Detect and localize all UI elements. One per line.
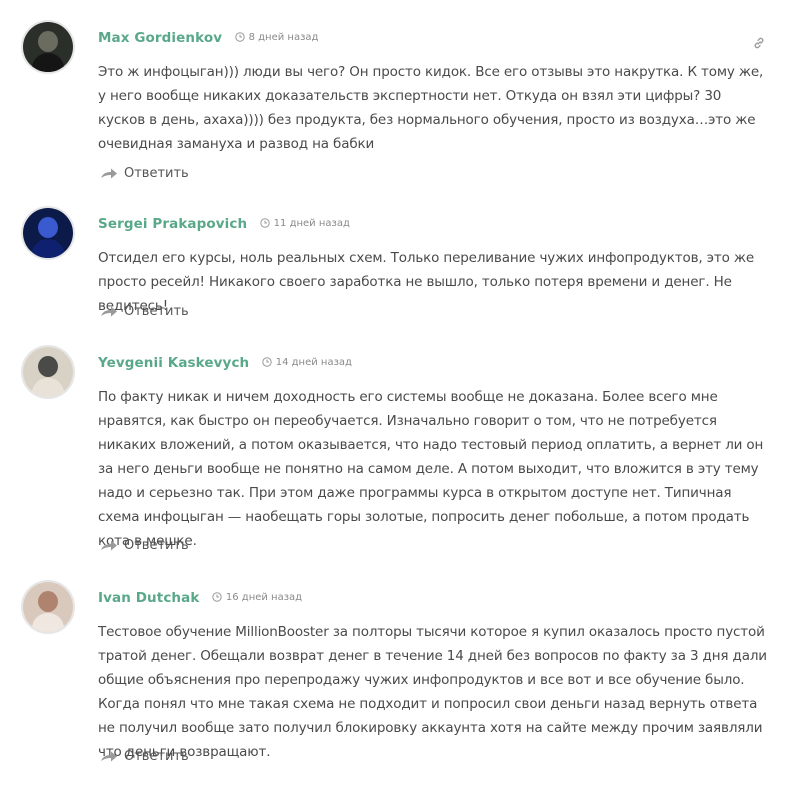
comment-author[interactable]: Sergei Prakapovich [98,216,247,232]
comment-time-label: 16 дней назад [225,592,303,604]
comment-time[interactable]: 8 дней назад [234,32,319,44]
permalink-icon[interactable] [752,36,766,50]
comment-author[interactable]: Max Gordienkov [98,30,222,46]
reply-label: Ответить [124,749,189,765]
comment-time-label: 14 дней назад [275,357,352,369]
avatar[interactable] [21,345,75,399]
avatar[interactable] [21,206,75,260]
comment-time[interactable]: 11 дней назад [259,218,350,230]
reply-button[interactable]: Ответить [100,537,189,555]
reply-arrow-icon [101,751,117,762]
reply-label: Ответить [124,304,189,320]
comment-text: Это ж инфоцыган))) люди вы чего? Он прос… [98,64,764,152]
comment-time[interactable]: 16 дней назад [212,592,302,603]
comment-text: По факту никак и ничем доходность его си… [98,389,764,549]
comment-author[interactable]: Ivan Dutchak [98,590,199,606]
comment-time-label: 8 дней назад [248,32,319,44]
comment-text: Тестовое обучение MillionBooster за полт… [98,624,767,760]
reply-label: Ответить [124,166,189,182]
comment-author[interactable]: Yevgenii Kaskevych [98,355,249,371]
clock-icon [262,357,272,367]
comment-time-label: 11 дней назад [273,218,350,230]
reply-button[interactable]: Ответить [100,303,189,321]
avatar[interactable] [21,20,75,74]
reply-arrow-icon [101,168,117,179]
clock-icon [234,32,245,42]
clock-icon [259,218,270,228]
reply-label: Ответить [124,538,189,554]
comment-time[interactable]: 14 дней назад [262,357,352,368]
comment-text: Отсидел его курсы, ноль реальных схем. Т… [98,250,755,314]
reply-arrow-icon [101,540,117,551]
avatar[interactable] [21,580,75,634]
clock-icon [212,592,222,602]
reply-button[interactable]: Ответить [100,748,189,766]
reply-button[interactable]: Ответить [100,165,189,183]
reply-arrow-icon [101,306,117,317]
